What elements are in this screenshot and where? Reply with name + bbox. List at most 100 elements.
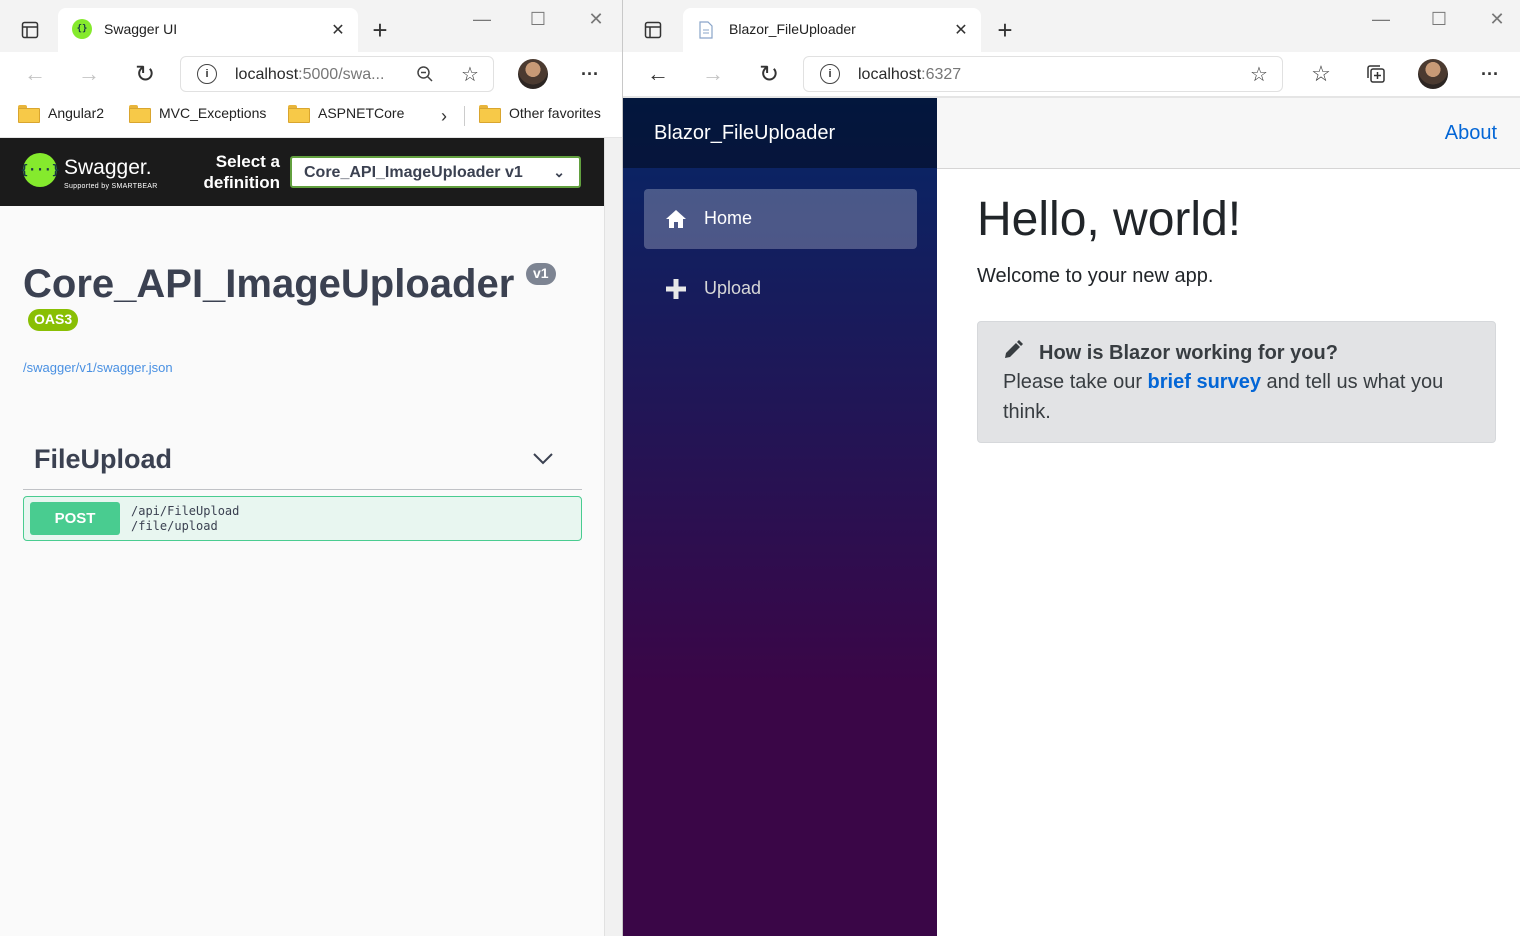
select-label-line1: Select a: [215, 152, 280, 171]
spec-link[interactable]: /swagger/v1/swagger.json: [23, 360, 173, 375]
tab-blazor-fileuploader[interactable]: Blazor_FileUploader ✕: [683, 8, 981, 52]
tab-swagger-ui[interactable]: {} Swagger UI ✕: [58, 8, 358, 52]
other-favorites[interactable]: Other favorites: [479, 105, 601, 123]
chevron-down-icon[interactable]: [532, 446, 554, 472]
close-window-icon[interactable]: ✕: [576, 6, 616, 32]
tab-actions-icon[interactable]: [18, 18, 42, 42]
select-definition-label: Select a definition: [182, 151, 280, 193]
browser-toolbar: ← → ↻ i localhost:6327 ☆ ☆ ···: [623, 52, 1520, 96]
address-host: localhost: [858, 66, 922, 83]
favorite-folder[interactable]: ASPNETCore: [288, 105, 405, 123]
refresh-icon[interactable]: ↻: [132, 61, 158, 88]
scrollbar[interactable]: [604, 138, 622, 936]
nav-item-upload[interactable]: Upload: [644, 259, 917, 319]
new-tab-icon[interactable]: +: [366, 15, 394, 45]
survey-title: How is Blazor working for you?: [1039, 341, 1338, 364]
new-tab-icon[interactable]: +: [991, 15, 1019, 45]
nav-item-home[interactable]: Home: [644, 189, 917, 249]
maximize-icon[interactable]: ☐: [1419, 6, 1459, 32]
nav-label: Upload: [704, 278, 762, 298]
brand-bar: Blazor_FileUploader: [623, 98, 937, 168]
site-info-icon[interactable]: i: [820, 64, 840, 84]
profile-avatar[interactable]: [518, 59, 548, 89]
favorite-folder[interactable]: MVC_Exceptions: [129, 105, 267, 123]
oas-badge: OAS3: [28, 309, 79, 331]
profile-avatar[interactable]: [1418, 59, 1448, 89]
browser-toolbar: ← → ↻ i localhost:5000/swa... ☆ ···: [0, 52, 622, 96]
tab-title: Swagger UI: [104, 21, 178, 37]
nav-label: Home: [704, 208, 753, 228]
add-favorite-icon[interactable]: ☆: [1248, 63, 1270, 86]
app-sidebar: Blazor_FileUploader Home Upload: [623, 98, 937, 936]
close-tab-icon[interactable]: ✕: [328, 20, 348, 40]
minimize-icon[interactable]: —: [462, 6, 502, 32]
minimize-icon[interactable]: —: [1361, 6, 1401, 32]
site-info-icon[interactable]: i: [197, 64, 217, 84]
swagger-logo-text: Swagger.: [64, 156, 152, 179]
swagger-favicon-icon: {}: [72, 19, 92, 39]
welcome-text: Welcome to your new app.: [977, 265, 1214, 287]
about-link[interactable]: About: [1445, 122, 1497, 145]
more-icon[interactable]: ···: [1476, 62, 1504, 86]
swagger-topbar: {···} Swagger. Supported by SMARTBEAR Se…: [0, 138, 604, 206]
tab-strip: {} Swagger UI ✕ + — ☐ ✕: [0, 0, 622, 52]
tab-actions-icon[interactable]: [641, 18, 665, 42]
folder-icon: [129, 105, 151, 123]
plus-icon: [664, 277, 688, 301]
favorites-divider: [464, 106, 465, 126]
address-bar[interactable]: i localhost:6327 ☆: [803, 56, 1283, 92]
favorite-label: ASPNETCore: [318, 105, 405, 121]
favorites-icon[interactable]: ☆: [1308, 61, 1334, 87]
pencil-icon: [1003, 340, 1025, 366]
address-text: localhost:5000/swa...: [235, 66, 384, 84]
favorite-label: Other favorites: [509, 105, 601, 121]
definition-select[interactable]: Core_API_ImageUploader v1 ⌄: [290, 156, 581, 188]
address-rest: :5000/swa...: [298, 66, 385, 83]
app-brand[interactable]: Blazor_FileUploader: [654, 122, 835, 145]
section-title: FileUpload: [34, 444, 173, 474]
back-icon[interactable]: ←: [645, 61, 671, 86]
page-favicon-icon: [697, 20, 715, 40]
operation-path: /api/FileUpload /file/upload: [131, 504, 239, 534]
maximize-icon[interactable]: ☐: [518, 6, 558, 32]
api-title: Core_API_ImageUploader: [23, 262, 515, 306]
add-favorite-icon[interactable]: ☆: [459, 63, 481, 86]
zoom-icon[interactable]: [415, 64, 435, 84]
home-icon: [664, 207, 688, 231]
folder-icon: [18, 105, 40, 123]
address-text: localhost:6327: [858, 66, 961, 84]
select-label-line2: definition: [203, 173, 280, 192]
back-icon[interactable]: ←: [22, 61, 48, 86]
chevron-down-icon: ⌄: [553, 164, 565, 180]
selected-definition: Core_API_ImageUploader v1: [304, 164, 523, 181]
tab-title: Blazor_FileUploader: [729, 21, 856, 37]
section-fileupload[interactable]: FileUpload: [23, 440, 582, 490]
blazor-browser-window: Blazor_FileUploader ✕ + — ☐ ✕ ← → ↻ i lo…: [622, 0, 1520, 936]
favorite-folder[interactable]: Angular2: [18, 105, 105, 123]
chevron-right-icon[interactable]: ›: [434, 106, 454, 126]
folder-icon: [288, 105, 310, 123]
close-tab-icon[interactable]: ✕: [951, 20, 971, 40]
page-heading: Hello, world!: [977, 193, 1242, 246]
address-host: localhost: [235, 66, 299, 83]
close-window-icon[interactable]: ✕: [1477, 6, 1517, 32]
version-badge: v1: [526, 263, 556, 285]
swagger-logo-icon: {···}: [20, 153, 60, 187]
forward-icon[interactable]: →: [700, 61, 726, 86]
folder-icon: [479, 105, 501, 123]
survey-text-before: Please take our: [1003, 371, 1142, 393]
survey-prompt: How is Blazor working for you? Please ta…: [977, 321, 1496, 443]
favorite-label: MVC_Exceptions: [159, 105, 267, 121]
survey-body: Please take our brief survey and tell us…: [1003, 367, 1470, 427]
more-icon[interactable]: ···: [576, 62, 604, 86]
survey-link[interactable]: brief survey: [1148, 371, 1261, 393]
swagger-browser-window: {} Swagger UI ✕ + — ☐ ✕ ← → ↻ i localhos…: [0, 0, 622, 936]
operation-path-line1: /api/FileUpload: [131, 504, 240, 518]
refresh-icon[interactable]: ↻: [756, 61, 782, 88]
address-bar[interactable]: i localhost:5000/swa... ☆: [180, 56, 494, 92]
forward-icon[interactable]: →: [76, 61, 102, 86]
favorite-label: Angular2: [48, 105, 105, 121]
operation-post-fileupload[interactable]: POST /api/FileUpload /file/upload: [23, 496, 582, 541]
tab-strip: Blazor_FileUploader ✕ + — ☐ ✕: [623, 0, 1520, 52]
collections-icon[interactable]: [1363, 61, 1389, 87]
